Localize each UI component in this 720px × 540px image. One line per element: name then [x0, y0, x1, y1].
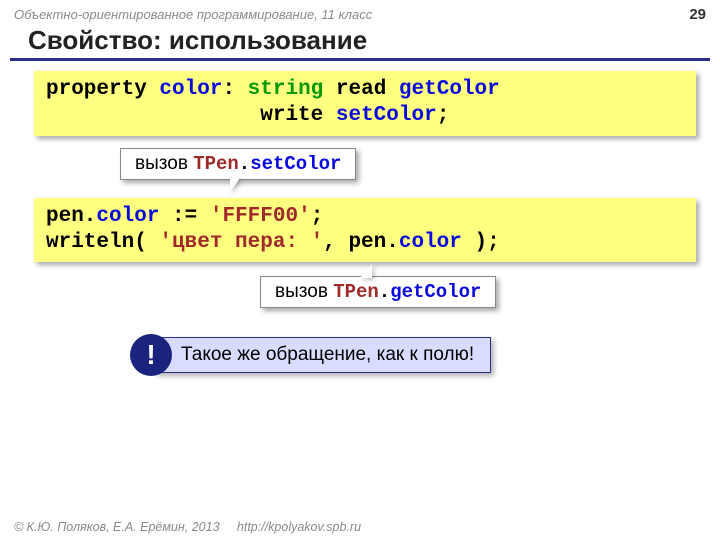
note-row: ! Такое же обращение, как к полю! [130, 334, 720, 376]
code-block-usage: pen.color := 'FFFF00'; writeln( 'цвет пе… [34, 198, 696, 263]
header-strip: Объектно-ориентированное программировани… [0, 0, 720, 25]
code-block-property: property color: string read getColor wri… [34, 71, 696, 136]
callout-setcolor-row: вызов TPen.setColor [0, 148, 720, 180]
title-underline [10, 58, 710, 61]
callout-tail-icon [360, 264, 372, 278]
footer: © К.Ю. Поляков, Е.А. Ерёмин, 2013 http:/… [14, 520, 361, 534]
course-label: Объектно-ориентированное программировани… [14, 7, 372, 22]
callout-getcolor-row: вызов TPen.getColor [0, 276, 720, 308]
page-number: 29 [689, 6, 706, 23]
callout-getcolor: вызов TPen.getColor [260, 276, 496, 308]
page-title: Свойство: использование [0, 25, 720, 58]
note-text: Такое же обращение, как к полю! [154, 337, 491, 373]
copyright: © К.Ю. Поляков, Е.А. Ерёмин, 2013 [14, 520, 220, 534]
callout-setcolor: вызов TPen.setColor [120, 148, 356, 180]
exclamation-badge-icon: ! [130, 334, 172, 376]
footer-link[interactable]: http://kpolyakov.spb.ru [237, 520, 361, 534]
callout-tail-icon [230, 178, 240, 192]
